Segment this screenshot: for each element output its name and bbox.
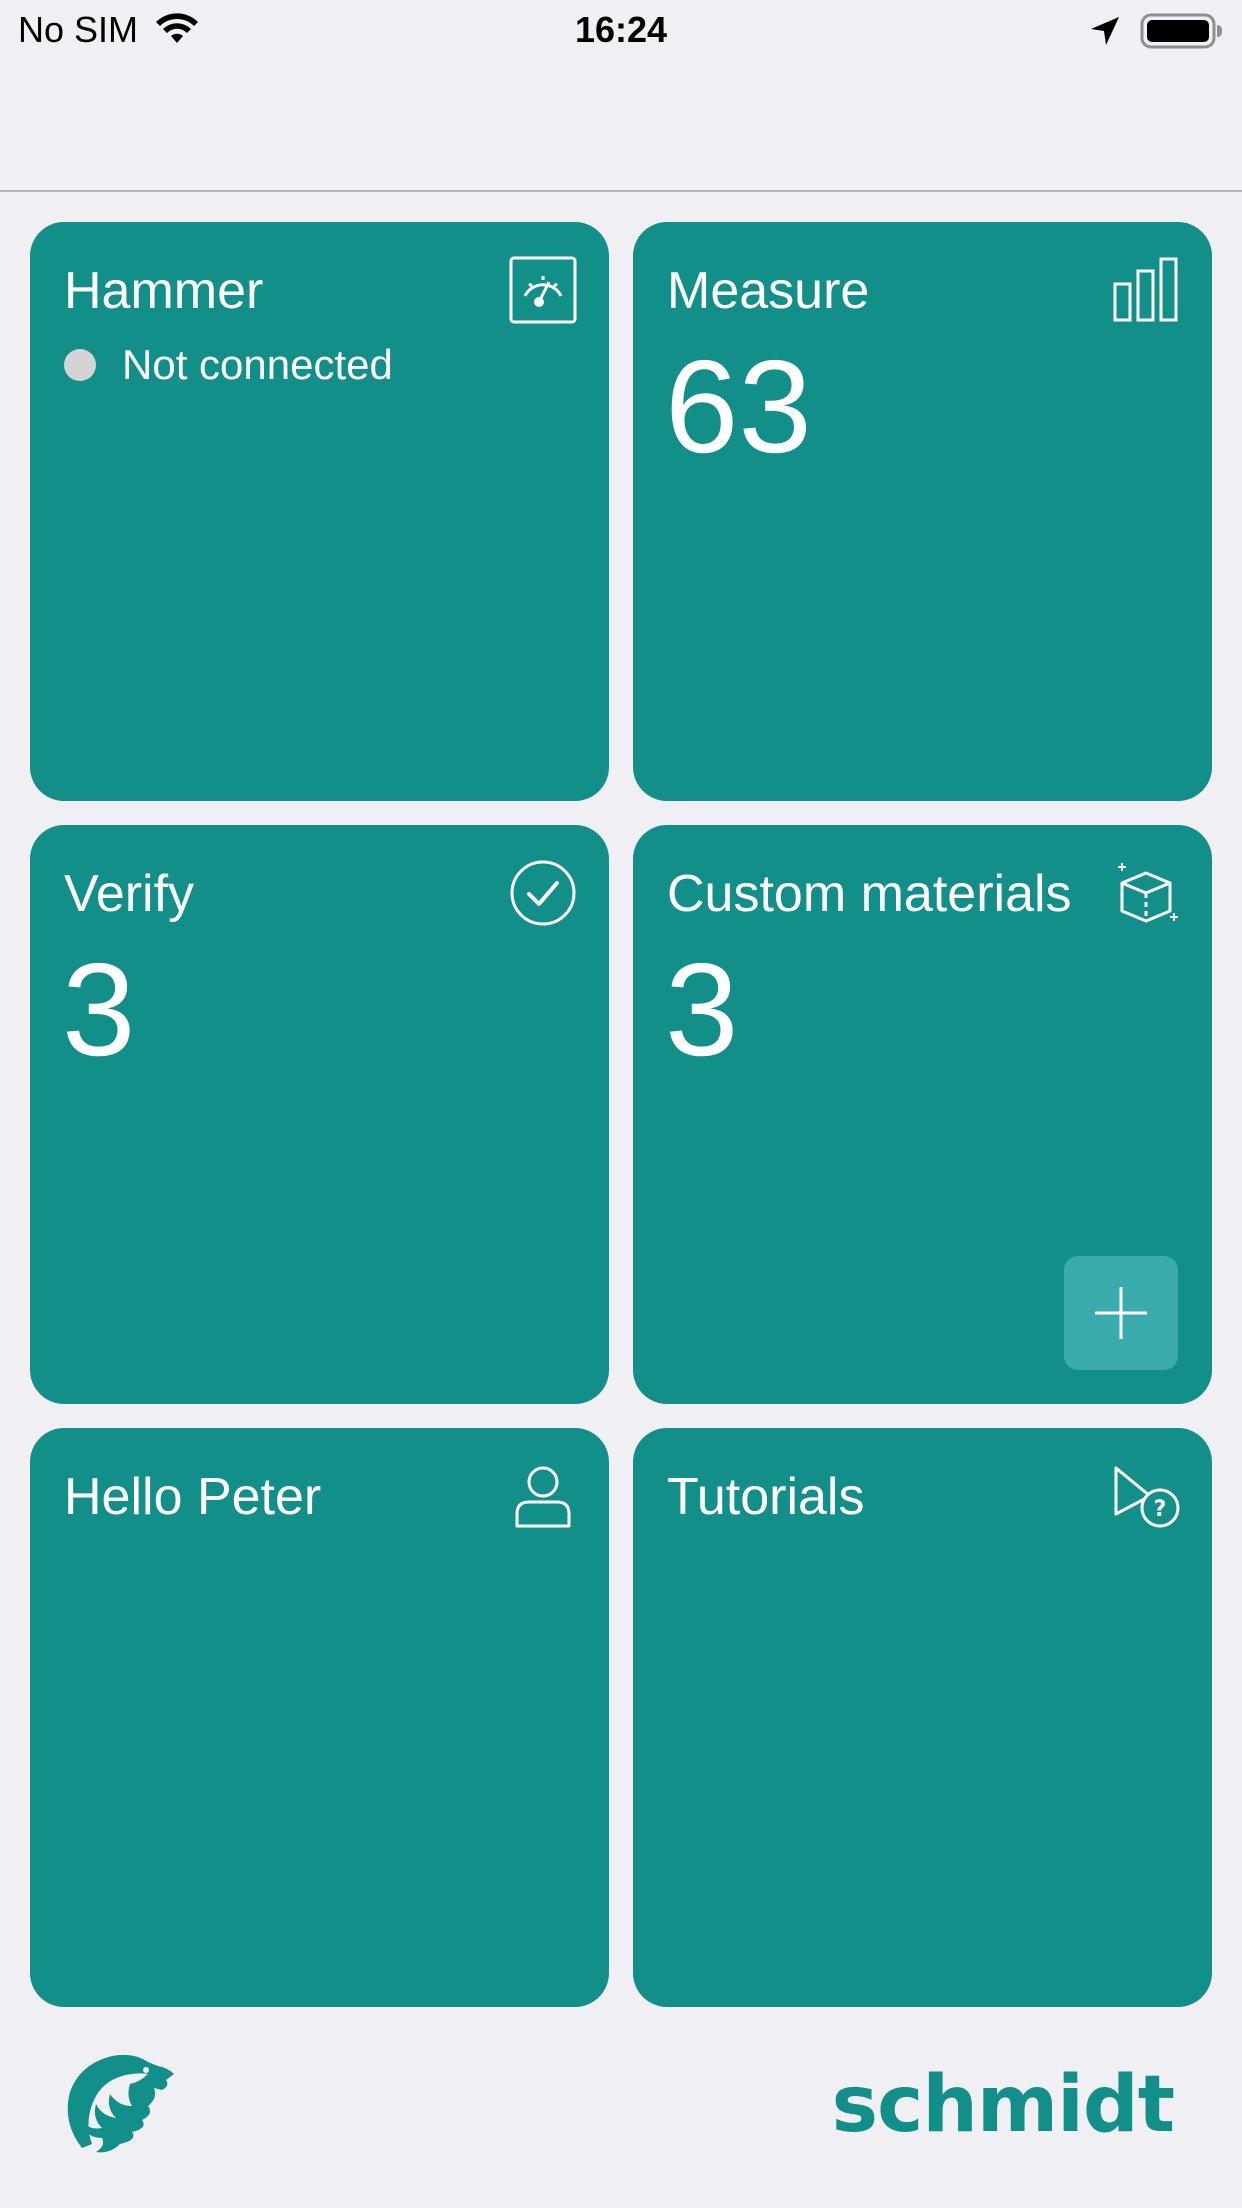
tutorials-tile[interactable]: Tutorials ? (633, 1428, 1212, 2007)
user-tile[interactable]: Hello Peter (30, 1428, 609, 2007)
location-arrow-icon (1091, 17, 1119, 45)
play-help-icon: ? (1114, 1466, 1180, 1528)
custom-materials-tile[interactable]: Custom materials 3 (633, 825, 1212, 1404)
check-circle-icon (510, 860, 576, 926)
add-material-button[interactable] (1064, 1256, 1178, 1370)
custom-materials-count: 3 (665, 936, 739, 1083)
measure-count: 63 (665, 333, 812, 480)
cube-icon (1118, 863, 1178, 923)
hammer-title: Hammer (64, 262, 264, 320)
status-right (1088, 12, 1224, 50)
tutorials-title: Tutorials (667, 1468, 865, 1526)
clock: 16:24 (574, 9, 668, 50)
custom-materials-title: Custom materials (667, 865, 1072, 923)
verify-count: 3 (62, 936, 136, 1083)
hammer-tile[interactable]: Hammer Not connected (30, 222, 609, 801)
navigation-bar (0, 60, 1242, 192)
svg-text:?: ? (1154, 1497, 1167, 1522)
status-dot (64, 349, 96, 381)
bar-chart-icon (1113, 257, 1178, 322)
measure-title: Measure (667, 262, 870, 320)
gauge-icon (509, 256, 577, 324)
battery-icon (1140, 13, 1222, 49)
verify-title: Verify (64, 865, 195, 923)
verify-tile[interactable]: Verify 3 (30, 825, 609, 1404)
connection-status-label: Not connected (122, 341, 393, 388)
person-icon (515, 1466, 571, 1528)
status-bar: No SIM 16:24 (0, 0, 1242, 60)
measure-tile[interactable]: Measure 63 (633, 222, 1212, 801)
plus-icon (1095, 1287, 1147, 1339)
connection-status: Not connected (64, 340, 393, 390)
eagle-logo (67, 2054, 174, 2153)
brand-logo: schmidt (831, 2060, 1175, 2150)
user-greeting: Hello Peter (64, 1468, 322, 1526)
